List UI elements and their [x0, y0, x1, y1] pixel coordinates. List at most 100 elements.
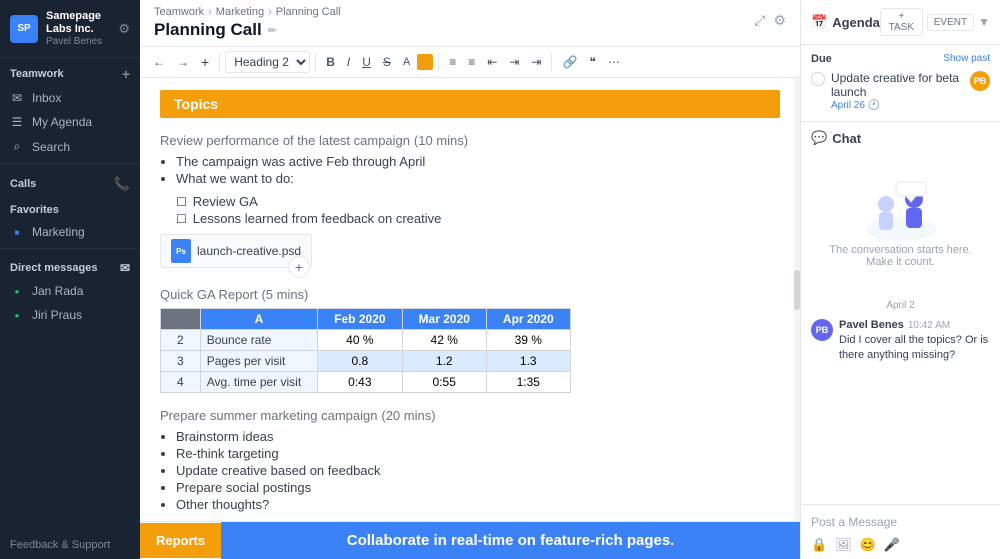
add-task-button[interactable]: + TASK [880, 8, 923, 36]
settings-page-icon[interactable]: ⚙ [773, 12, 786, 29]
scrollbar-track[interactable] [794, 78, 800, 559]
main-area: Teamwork › Marketing › Planning Call Pla… [140, 0, 800, 559]
agenda-item-content: Update creative for beta launch April 26… [831, 71, 964, 111]
section1-checkboxes: Review GA Lessons learned from feedback … [176, 194, 780, 226]
bottom-bar: Reports Collaborate in real-time on feat… [140, 521, 800, 559]
chat-section: 💬 Chat The conversation starts here.Make… [801, 121, 1000, 378]
chat-header: 💬 Chat [801, 122, 1000, 154]
italic-button[interactable]: I [342, 52, 355, 72]
heading-select[interactable]: Heading 2 Heading 1 Normal [225, 51, 310, 73]
undo-button[interactable]: ← [148, 52, 170, 72]
align-right-button[interactable]: ⇥ [526, 52, 546, 72]
bold-button[interactable]: B [321, 52, 340, 72]
indent-left-button[interactable]: ⇤ [482, 52, 502, 72]
scrollbar-thumb[interactable] [794, 270, 800, 310]
teamwork-label: Teamwork [10, 68, 64, 80]
sidebar-item-inbox[interactable]: ✉ Inbox [0, 86, 140, 110]
emoji-icon[interactable]: 😊 [860, 537, 876, 553]
agenda-item-date: April 26 🕐 [831, 100, 964, 111]
content-area: Topics Review performance of the latest … [140, 78, 800, 559]
cell-time-feb: 0:43 [318, 372, 402, 393]
teamwork-section[interactable]: Teamwork + [0, 58, 140, 86]
due-header: Due Show past [811, 53, 990, 65]
font-size-button[interactable]: A [398, 53, 415, 71]
feedback-label: Feedback & Support [10, 539, 110, 551]
more-button[interactable]: ⋯ [603, 52, 625, 72]
checkbox-item[interactable]: Lessons learned from feedback on creativ… [176, 211, 780, 226]
section2-title: Quick GA Report (5 mins) [160, 286, 780, 302]
breadcrumb-teamwork[interactable]: Teamwork [154, 6, 204, 18]
topics-header: Topics [160, 90, 780, 118]
new-dm-icon[interactable]: ✉ [120, 261, 130, 275]
marketing-label: Marketing [32, 225, 85, 239]
underline-button[interactable]: U [357, 52, 376, 72]
show-past-link[interactable]: Show past [943, 53, 990, 65]
jan-label: Jan Rada [32, 284, 83, 298]
filter-icon[interactable]: ▼ [978, 15, 990, 29]
bullet-item: What we want to do: [176, 171, 780, 186]
add-block-left-button[interactable]: + [288, 256, 310, 278]
add-teamwork-icon[interactable]: + [122, 66, 130, 82]
cell-bounce-apr: 39 % [486, 330, 570, 351]
checkbox-item[interactable]: Review GA [176, 194, 780, 209]
color-picker-block[interactable] [417, 54, 433, 70]
strikethrough-button[interactable]: S [378, 52, 396, 72]
add-block-button[interactable]: + [196, 51, 214, 73]
user-name: Pavel Benes [46, 36, 110, 47]
agenda-item: Update creative for beta launch April 26… [811, 71, 990, 111]
mic-icon[interactable]: 🎤 [884, 537, 900, 553]
user-online-icon: ● [10, 287, 24, 296]
agenda-title-group: 📅 Agenda [811, 14, 880, 30]
agenda-actions: + TASK EVENT ▼ [880, 8, 990, 36]
calls-section[interactable]: Calls 📞 [0, 168, 140, 196]
dm-section[interactable]: Direct messages ✉ [0, 253, 140, 279]
quote-button[interactable]: ❝ [584, 52, 600, 72]
sidebar-item-my-agenda[interactable]: ☰ My Agenda [0, 110, 140, 134]
sidebar-item-jiri[interactable]: ● Jiri Praus [0, 303, 140, 327]
agenda-calendar-icon: 📅 [811, 14, 827, 30]
lock-icon[interactable]: 🔒 [811, 537, 827, 553]
edit-title-icon[interactable]: ✏ [268, 24, 277, 37]
chat-date: April 2 [811, 300, 990, 311]
row-label-pages: Pages per visit [200, 351, 317, 372]
user-online-icon-2: ● [10, 311, 24, 320]
sidebar-item-marketing[interactable]: ■ Marketing [0, 220, 140, 244]
toolbar-sep-2 [315, 53, 316, 71]
breadcrumb-current: Planning Call [276, 6, 341, 18]
sidebar-header: SP Samepage Labs Inc. Pavel Benes ⚙ [0, 0, 140, 58]
chat-empty-state: The conversation starts here.Make it cou… [801, 154, 1000, 288]
chat-input-placeholder[interactable]: Post a Message [811, 511, 990, 533]
section1-bullets: The campaign was active Feb through Apri… [176, 154, 780, 186]
agenda-checkbox[interactable] [811, 72, 825, 86]
redo-button[interactable]: → [172, 52, 194, 72]
table-header-c: Mar 2020 [402, 309, 486, 330]
company-info: Samepage Labs Inc. Pavel Benes [46, 10, 110, 47]
indent-right-button[interactable]: ⇥ [504, 52, 524, 72]
calls-label: Calls [10, 178, 36, 190]
sidebar-item-jan[interactable]: ● Jan Rada [0, 279, 140, 303]
chat-empty-text: The conversation starts here.Make it cou… [829, 244, 971, 268]
breadcrumb: Teamwork › Marketing › Planning Call [154, 6, 341, 18]
breadcrumb-marketing[interactable]: Marketing [216, 6, 264, 18]
chat-sender-name: Pavel Benes [839, 319, 904, 331]
image-icon[interactable]: 🖼 [835, 537, 852, 553]
toolbar-sep-4 [551, 53, 552, 71]
list-button[interactable]: ≡ [444, 52, 461, 72]
reports-label[interactable]: Reports [140, 523, 221, 558]
clock-icon: 🕐 [868, 100, 880, 111]
section3-title: Prepare summer marketing campaign (20 mi… [160, 407, 780, 423]
settings-icon[interactable]: ⚙ [118, 21, 130, 37]
table-header-a: A [200, 309, 317, 330]
fullscreen-icon[interactable]: ⤢ [754, 12, 765, 29]
agenda-item-text: Update creative for beta launch [831, 71, 964, 99]
favorites-section[interactable]: Favorites [0, 196, 140, 220]
tooltip-text: Collaborate in real-time on feature-rich… [221, 522, 800, 559]
align-button[interactable]: ≡ [463, 52, 480, 72]
jiri-label: Jiri Praus [32, 308, 82, 322]
dm-label: Direct messages [10, 262, 97, 274]
add-event-button[interactable]: EVENT [927, 14, 974, 31]
link-button[interactable]: 🔗 [557, 52, 582, 72]
cell-bounce-mar: 42 % [402, 330, 486, 351]
feedback-link[interactable]: Feedback & Support [0, 531, 140, 559]
sidebar-item-search[interactable]: ⌕ Search [0, 134, 140, 159]
